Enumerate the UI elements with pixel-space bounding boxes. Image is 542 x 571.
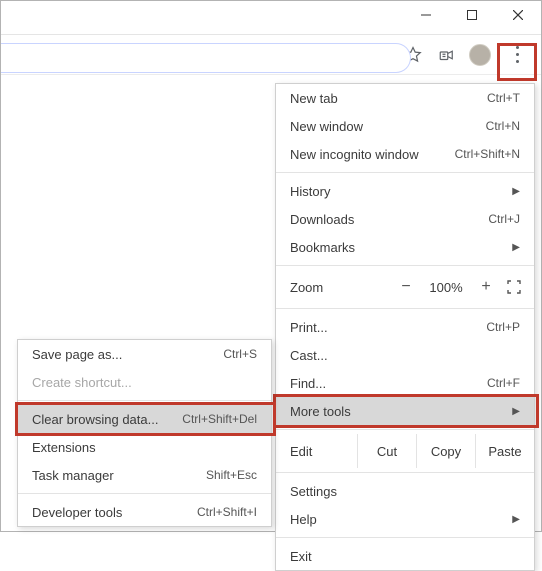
menu-item-label: Find... bbox=[290, 376, 487, 391]
chevron-right-icon: ▶ bbox=[506, 242, 520, 253]
menu-separator bbox=[276, 265, 534, 266]
menu-item-label: New tab bbox=[290, 91, 487, 106]
menu-item-label: New window bbox=[290, 119, 486, 134]
submenu-item-clear-browsing-data[interactable]: Clear browsing data... Ctrl+Shift+Del bbox=[18, 405, 271, 433]
cut-button[interactable]: Cut bbox=[357, 434, 416, 468]
menu-item-history[interactable]: History ▶ bbox=[276, 177, 534, 205]
menu-item-shortcut: Ctrl+S bbox=[223, 347, 257, 361]
menu-zoom-row: Zoom − 100% + bbox=[276, 270, 534, 304]
zoom-out-button[interactable]: − bbox=[396, 278, 416, 296]
submenu-item-task-manager[interactable]: Task manager Shift+Esc bbox=[18, 461, 271, 489]
menu-item-shortcut: Shift+Esc bbox=[206, 468, 257, 482]
menu-item-label: Downloads bbox=[290, 212, 488, 227]
menu-item-label: New incognito window bbox=[290, 147, 455, 162]
menu-item-shortcut: Ctrl+N bbox=[486, 119, 520, 133]
menu-item-settings[interactable]: Settings bbox=[276, 477, 534, 505]
menu-item-shortcut: Ctrl+Shift+Del bbox=[182, 412, 257, 426]
menu-item-label: Save page as... bbox=[32, 347, 223, 362]
kebab-menu-button[interactable] bbox=[501, 39, 533, 71]
menu-separator bbox=[276, 172, 534, 173]
menu-separator bbox=[18, 493, 271, 494]
menu-item-downloads[interactable]: Downloads Ctrl+J bbox=[276, 205, 534, 233]
menu-item-print[interactable]: Print... Ctrl+P bbox=[276, 313, 534, 341]
menu-item-help[interactable]: Help ▶ bbox=[276, 505, 534, 533]
menu-item-label: Cast... bbox=[290, 348, 520, 363]
paste-button[interactable]: Paste bbox=[475, 434, 534, 468]
menu-item-new-window[interactable]: New window Ctrl+N bbox=[276, 112, 534, 140]
chrome-main-menu: New tab Ctrl+T New window Ctrl+N New inc… bbox=[275, 83, 535, 571]
menu-item-label: Create shortcut... bbox=[32, 375, 257, 390]
menu-item-shortcut: Ctrl+Shift+N bbox=[455, 147, 520, 161]
menu-separator bbox=[276, 308, 534, 309]
media-control-icon[interactable] bbox=[435, 43, 459, 67]
more-tools-submenu: Save page as... Ctrl+S Create shortcut..… bbox=[17, 339, 272, 527]
submenu-item-save-page[interactable]: Save page as... Ctrl+S bbox=[18, 340, 271, 368]
fullscreen-button[interactable] bbox=[504, 277, 524, 297]
menu-item-shortcut: Ctrl+J bbox=[488, 212, 520, 226]
menu-item-label: Help bbox=[290, 512, 506, 527]
menu-item-label: Exit bbox=[290, 549, 520, 564]
menu-item-new-tab[interactable]: New tab Ctrl+T bbox=[276, 84, 534, 112]
menu-separator bbox=[276, 429, 534, 430]
close-button[interactable] bbox=[495, 1, 541, 29]
copy-button[interactable]: Copy bbox=[416, 434, 475, 468]
menu-item-label: Bookmarks bbox=[290, 240, 506, 255]
menu-item-label: Clear browsing data... bbox=[32, 412, 182, 427]
window-titlebar bbox=[1, 1, 541, 29]
menu-item-exit[interactable]: Exit bbox=[276, 542, 534, 570]
menu-item-shortcut: Ctrl+T bbox=[487, 91, 520, 105]
omnibox[interactable] bbox=[1, 43, 411, 73]
menu-item-label: Task manager bbox=[32, 468, 206, 483]
minimize-button[interactable] bbox=[403, 1, 449, 29]
menu-item-label: Settings bbox=[290, 484, 520, 499]
menu-item-label: History bbox=[290, 184, 506, 199]
menu-item-incognito[interactable]: New incognito window Ctrl+Shift+N bbox=[276, 140, 534, 168]
zoom-in-button[interactable]: + bbox=[476, 278, 496, 296]
submenu-item-extensions[interactable]: Extensions bbox=[18, 433, 271, 461]
menu-item-label: Print... bbox=[290, 320, 486, 335]
menu-item-label: Extensions bbox=[32, 440, 257, 455]
submenu-item-create-shortcut: Create shortcut... bbox=[18, 368, 271, 396]
chevron-right-icon: ▶ bbox=[506, 186, 520, 197]
edit-label: Edit bbox=[290, 444, 357, 459]
submenu-item-developer-tools[interactable]: Developer tools Ctrl+Shift+I bbox=[18, 498, 271, 526]
menu-item-bookmarks[interactable]: Bookmarks ▶ bbox=[276, 233, 534, 261]
chevron-right-icon: ▶ bbox=[506, 514, 520, 525]
maximize-button[interactable] bbox=[449, 1, 495, 29]
menu-separator bbox=[276, 537, 534, 538]
menu-separator bbox=[276, 472, 534, 473]
zoom-label: Zoom bbox=[290, 280, 388, 295]
browser-toolbar bbox=[1, 35, 541, 75]
menu-edit-row: Edit Cut Copy Paste bbox=[276, 434, 534, 468]
menu-item-find[interactable]: Find... Ctrl+F bbox=[276, 369, 534, 397]
menu-item-cast[interactable]: Cast... bbox=[276, 341, 534, 369]
menu-item-label: Developer tools bbox=[32, 505, 197, 520]
menu-separator bbox=[18, 400, 271, 401]
menu-item-label: More tools bbox=[290, 404, 506, 419]
profile-avatar[interactable] bbox=[469, 44, 491, 66]
zoom-value: 100% bbox=[424, 280, 468, 295]
menu-item-more-tools[interactable]: More tools ▶ bbox=[276, 397, 534, 425]
menu-item-shortcut: Ctrl+P bbox=[486, 320, 520, 334]
chevron-right-icon: ▶ bbox=[506, 406, 520, 417]
menu-item-shortcut: Ctrl+Shift+I bbox=[197, 505, 257, 519]
menu-item-shortcut: Ctrl+F bbox=[487, 376, 520, 390]
